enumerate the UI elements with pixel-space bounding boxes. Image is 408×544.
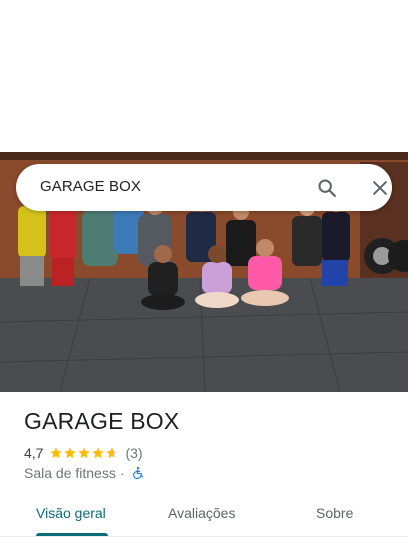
place-title: GARAGE BOX [24,408,180,434]
tab-reviews[interactable]: Avaliações [168,505,235,521]
place-category: Sala de fitness [24,465,116,481]
star-icon [78,447,91,459]
place-details-page: GARAGE BOX GARAGE BOX 4,7 (3) Sala de fi… [0,0,408,544]
star-icon [50,447,63,459]
tabs-divider [0,536,408,537]
review-count[interactable]: (3) [125,445,142,461]
rating-value: 4,7 [24,445,44,461]
tab-overview[interactable]: Visão geral [36,505,106,521]
place-tabs: Visão geral Avaliações Sobre [0,494,408,538]
category-row: Sala de fitness · [24,464,145,482]
half-star-icon [106,447,119,459]
search-bar[interactable]: GARAGE BOX [16,164,392,211]
separator-dot: · [119,465,125,481]
star-icon [64,447,77,459]
star-rating [49,446,119,460]
rating-row[interactable]: 4,7 (3) [24,444,143,462]
star-icon [92,447,105,459]
wheelchair-icon[interactable] [131,466,145,480]
tab-about[interactable]: Sobre [316,505,353,521]
search-input[interactable]: GARAGE BOX [40,178,141,195]
search-icon[interactable] [316,177,338,199]
close-icon[interactable] [370,178,390,198]
